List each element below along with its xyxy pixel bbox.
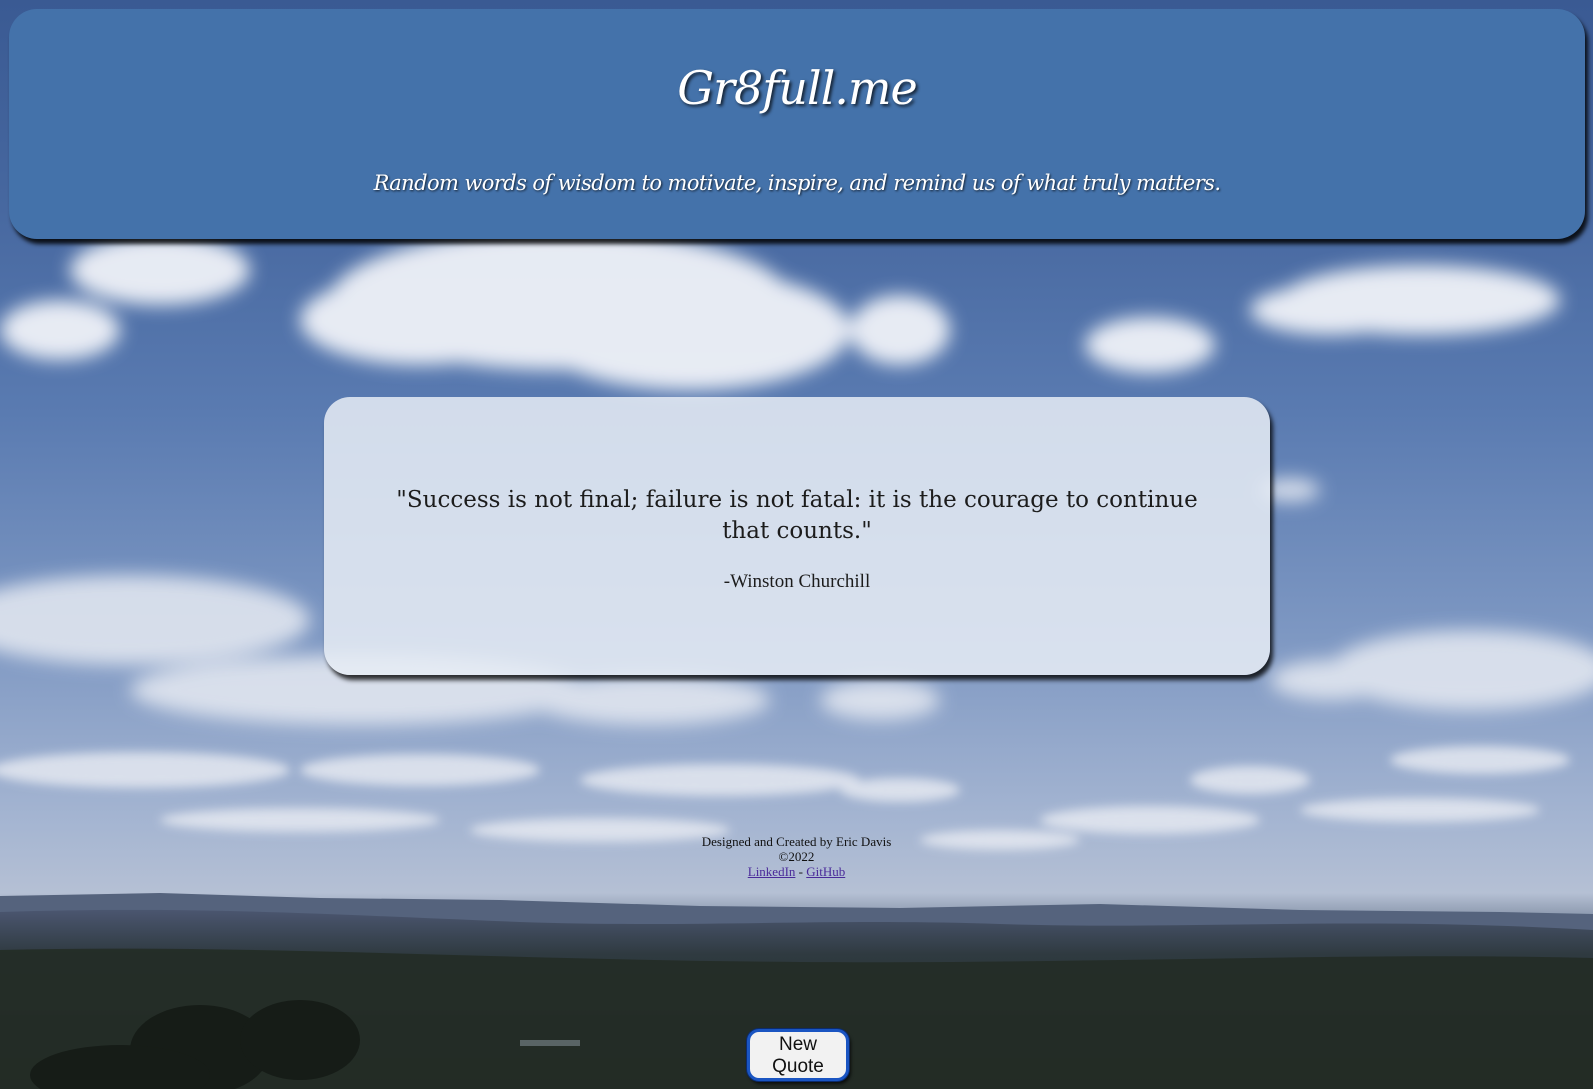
footer-credit: Designed and Created by Eric Davis — [701, 834, 892, 849]
footer-links: LinkedIn - GitHub — [0, 864, 1593, 879]
footer-link-separator: - — [798, 864, 803, 879]
quote-author: -Winston Churchill — [723, 571, 871, 592]
footer-copyright: ©2022 — [778, 849, 815, 864]
quote-card: "Success is not final; failure is not fa… — [324, 397, 1270, 675]
linkedin-link[interactable]: LinkedIn — [748, 864, 796, 879]
site-footer: Designed and Created by Eric Davis ©2022… — [0, 834, 1593, 879]
site-tagline: Random words of wisdom to motivate, insp… — [373, 171, 1221, 195]
site-title: Gr8full.me — [677, 61, 918, 115]
github-link[interactable]: GitHub — [806, 864, 845, 879]
quote-text: "Success is not final; failure is not fa… — [396, 487, 1198, 544]
new-quote-button[interactable]: New Quote — [747, 1029, 849, 1081]
site-header: Gr8full.me Random words of wisdom to mot… — [9, 9, 1585, 239]
